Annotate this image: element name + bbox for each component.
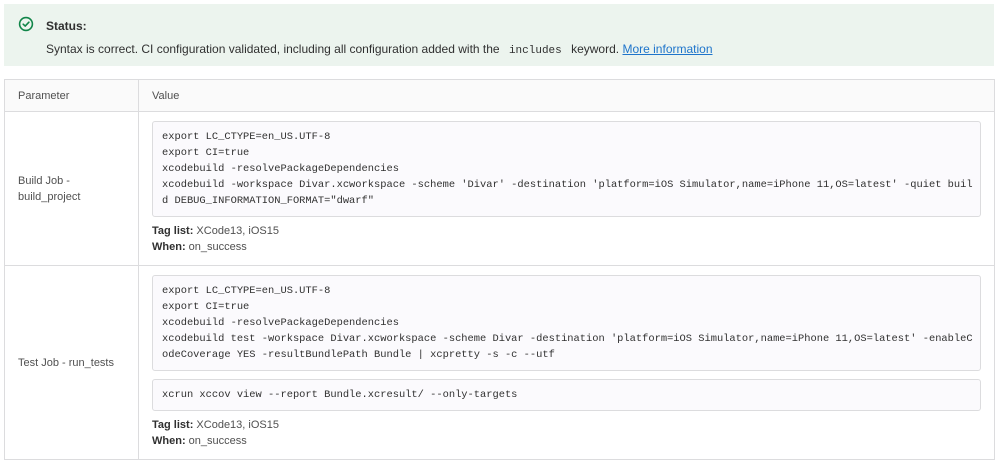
tag-list-label: Tag list:: [152, 225, 194, 237]
ci-jobs-table: Parameter Value Build Job - build_projec…: [4, 79, 995, 460]
column-header-parameter: Parameter: [4, 79, 139, 112]
alert-text-after: keyword.: [571, 42, 620, 56]
when-value: on_success: [188, 435, 247, 447]
alert-text: Syntax is correct. CI configuration vali…: [46, 42, 500, 56]
job-name-line: Test Job - run_tests: [18, 356, 114, 369]
job-value-build: export LC_CTYPE=en_US.UTF-8 export CI=tr…: [138, 111, 995, 266]
tag-list-value: XCode13, iOS15: [196, 419, 279, 431]
when-value: on_success: [188, 241, 247, 253]
tag-list: Tag list: XCode13, iOS15: [152, 223, 981, 239]
includes-keyword: includes: [508, 45, 562, 57]
check-circle-icon: [18, 16, 34, 32]
job-value-test: export LC_CTYPE=en_US.UTF-8 export CI=tr…: [138, 265, 995, 460]
status-alert: Status: Syntax is correct. CI configurat…: [4, 4, 994, 66]
script-code-block: export LC_CTYPE=en_US.UTF-8 export CI=tr…: [152, 121, 981, 217]
job-name-test: Test Job - run_tests: [4, 265, 139, 460]
table-row-build-job: Build Job - build_project export LC_CTYP…: [4, 111, 995, 266]
tag-list-value: XCode13, iOS15: [196, 225, 279, 237]
job-name-line: build_project: [18, 190, 81, 203]
tag-list-label: Tag list:: [152, 419, 194, 431]
when-label: When:: [152, 241, 186, 253]
when-info: When: on_success: [152, 239, 981, 255]
column-header-value: Value: [138, 79, 995, 112]
script-code-block: export LC_CTYPE=en_US.UTF-8 export CI=tr…: [152, 275, 981, 371]
table-header-row: Parameter Value: [4, 79, 995, 112]
when-info: When: on_success: [152, 433, 981, 449]
when-label: When:: [152, 435, 186, 447]
tag-list: Tag list: XCode13, iOS15: [152, 417, 981, 433]
job-name-build: Build Job - build_project: [4, 111, 139, 266]
alert-title: Status:: [46, 19, 87, 33]
alert-message: Syntax is correct. CI configuration vali…: [46, 42, 713, 57]
more-information-link[interactable]: More information: [622, 42, 712, 56]
table-row-test-job: Test Job - run_tests export LC_CTYPE=en_…: [4, 265, 995, 460]
after-script-code-block: xcrun xccov view --report Bundle.xcresul…: [152, 379, 981, 411]
job-name-line: Build Job -: [18, 174, 70, 187]
